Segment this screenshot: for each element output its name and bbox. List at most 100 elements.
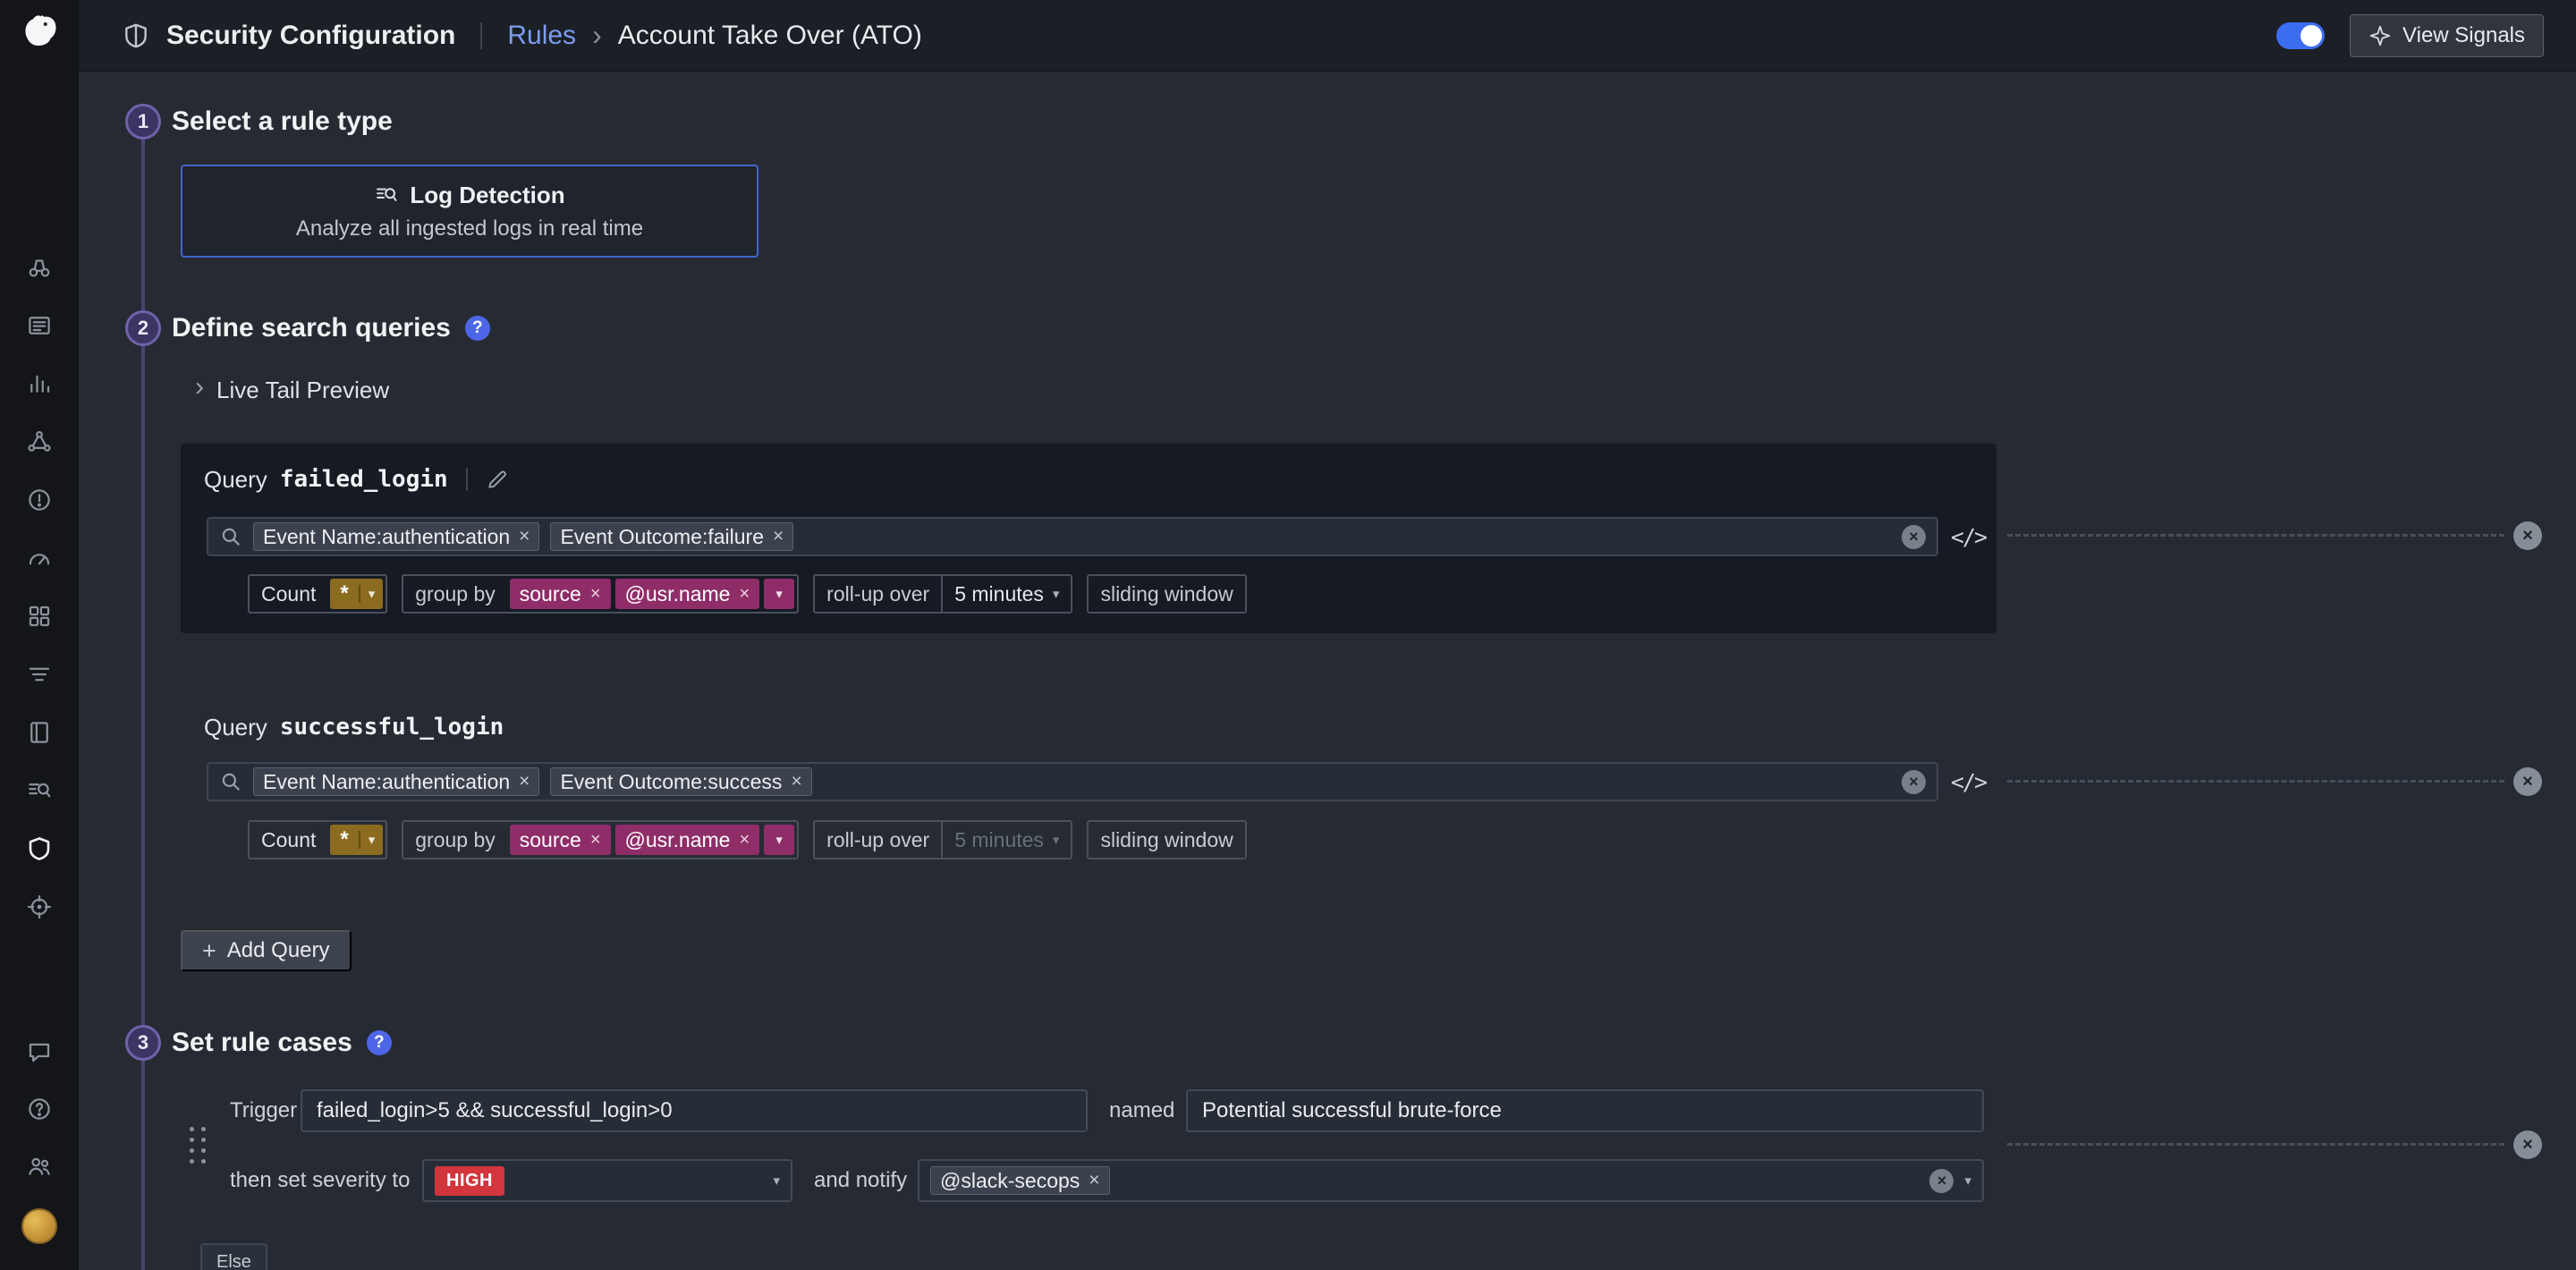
datadog-logo[interactable] — [20, 11, 61, 52]
monitors-icon[interactable] — [24, 485, 55, 515]
chevron-down-icon: ▾ — [775, 586, 783, 602]
rule-type-card-title: Log Detection — [410, 182, 564, 209]
remove-rule-case-button[interactable]: × — [2513, 1130, 2542, 1159]
chat-icon[interactable] — [24, 1037, 55, 1067]
step-3-help-icon[interactable]: ? — [367, 1030, 392, 1055]
remove-query-1-button[interactable]: × — [2513, 521, 2542, 550]
step-1-number: 1 — [138, 110, 148, 133]
remove-query-2-button[interactable]: × — [2513, 767, 2542, 796]
group-by-dropdown[interactable]: ▾ — [764, 579, 794, 609]
help-icon[interactable] — [24, 1094, 55, 1124]
trigger-input[interactable] — [301, 1089, 1088, 1132]
host-list-icon[interactable] — [24, 310, 55, 341]
log-detection-icon[interactable] — [24, 775, 55, 806]
count-control: Count *▾ — [248, 574, 387, 614]
clear-search-icon[interactable]: × — [1902, 525, 1926, 549]
rule-type-card-subtitle: Analyze all ingested logs in real time — [296, 216, 643, 241]
remove-tag-icon[interactable]: × — [739, 830, 750, 851]
count-value-dropdown[interactable]: *▾ — [330, 825, 383, 855]
step-3-circle: 3 — [125, 1025, 161, 1061]
title-divider — [480, 22, 482, 49]
dashed-connector — [2007, 1143, 2504, 1146]
watchdog-icon[interactable] — [24, 543, 55, 573]
group-by-control: group by source× @usr.name× ▾ — [402, 574, 799, 614]
query-1-title: Query failed_login — [204, 461, 509, 497]
query-panel-failed-login: Query failed_login Event Name:authentica… — [181, 444, 1996, 633]
pipelines-icon[interactable] — [24, 659, 55, 690]
group-by-control: group by source× @usr.name× ▾ — [402, 820, 799, 859]
step-2-title: Define search queries ? — [172, 310, 490, 346]
rule-type-card-log-detection[interactable]: Log Detection Analyze all ingested logs … — [181, 165, 758, 258]
filter-tag[interactable]: Event Outcome:success× — [550, 767, 811, 796]
remove-tag-icon[interactable]: × — [519, 526, 530, 547]
else-case-tab[interactable]: Else — [200, 1243, 267, 1270]
edit-pencil-icon[interactable] — [486, 468, 509, 491]
notify-label: and notify — [814, 1159, 907, 1202]
step-2-help-icon[interactable]: ? — [465, 316, 490, 341]
remove-tag-icon[interactable]: × — [1089, 1170, 1099, 1191]
chevron-down-icon: ▾ — [1964, 1173, 1971, 1189]
binoculars-icon[interactable] — [24, 252, 55, 283]
clear-notify-icon[interactable]: × — [1929, 1169, 1953, 1193]
chevron-down-icon: ▾ — [773, 1173, 780, 1189]
group-by-tag[interactable]: source× — [510, 579, 611, 609]
remove-tag-icon[interactable]: × — [739, 584, 750, 605]
filter-tag[interactable]: Event Name:authentication× — [253, 522, 539, 551]
query-2-title: Query successful_login — [204, 709, 504, 745]
sidebar-nav — [0, 252, 79, 922]
remove-tag-icon[interactable]: × — [590, 584, 601, 605]
group-by-tag[interactable]: source× — [510, 825, 611, 855]
security-shield-icon[interactable] — [24, 834, 55, 864]
group-by-tag[interactable]: @usr.name× — [615, 579, 760, 609]
service-map-icon[interactable] — [24, 427, 55, 457]
code-view-icon[interactable]: </> — [1951, 769, 1986, 795]
code-view-icon[interactable]: </> — [1951, 524, 1986, 550]
severity-badge: HIGH — [435, 1166, 504, 1196]
search-icon — [219, 525, 242, 548]
filter-tag[interactable]: Event Name:authentication× — [253, 767, 539, 796]
live-tail-toggle[interactable]: › Live Tail Preview — [195, 376, 389, 404]
notebook-icon[interactable] — [24, 717, 55, 748]
named-input[interactable] — [1186, 1089, 1984, 1132]
count-label[interactable]: Count — [250, 822, 327, 858]
count-value-dropdown[interactable]: *▾ — [330, 579, 383, 609]
query-2-search-input[interactable]: Event Name:authentication× Event Outcome… — [207, 762, 1938, 801]
rollup-value-dropdown[interactable]: 5 minutes▾ — [941, 822, 1071, 858]
query-1-name: failed_login — [280, 466, 448, 493]
metrics-icon[interactable] — [24, 368, 55, 399]
group-by-tag[interactable]: @usr.name× — [615, 825, 760, 855]
breadcrumb-chevron-icon: › — [592, 19, 602, 52]
remove-tag-icon[interactable]: × — [773, 526, 784, 547]
view-signals-label: View Signals — [2402, 23, 2525, 48]
query-2-name: successful_login — [280, 714, 504, 741]
step-2-circle: 2 — [125, 310, 161, 346]
remove-tag-icon[interactable]: × — [791, 771, 801, 792]
sliding-window-button[interactable]: sliding window — [1089, 576, 1244, 612]
sliding-window-button[interactable]: sliding window — [1089, 822, 1244, 858]
clear-search-icon[interactable]: × — [1902, 770, 1926, 794]
remove-tag-icon[interactable]: × — [519, 771, 530, 792]
rule-case-drag-handle[interactable] — [190, 1127, 206, 1164]
add-query-button[interactable]: + Add Query — [181, 930, 352, 971]
view-signals-button[interactable]: View Signals — [2350, 14, 2544, 57]
count-label[interactable]: Count — [250, 576, 327, 612]
scope-icon[interactable] — [24, 892, 55, 922]
breadcrumb-rules-link[interactable]: Rules — [507, 21, 576, 51]
rule-enabled-toggle[interactable] — [2276, 22, 2325, 49]
org-avatar[interactable] — [21, 1208, 57, 1244]
signals-icon — [2368, 24, 2392, 47]
rollup-value-dropdown[interactable]: 5 minutes▾ — [941, 576, 1071, 612]
severity-select[interactable]: HIGH ▾ — [422, 1159, 792, 1202]
notify-tag[interactable]: @slack-secops× — [930, 1166, 1110, 1195]
notify-input[interactable]: @slack-secops× × ▾ — [918, 1159, 1984, 1202]
add-query-label: Add Query — [227, 938, 330, 963]
remove-tag-icon[interactable]: × — [590, 830, 601, 851]
query-1-search-input[interactable]: Event Name:authentication× Event Outcome… — [207, 517, 1938, 556]
integrations-icon[interactable] — [24, 601, 55, 631]
users-icon[interactable] — [24, 1151, 55, 1181]
group-by-dropdown[interactable]: ▾ — [764, 825, 794, 855]
chevron-right-icon: › — [195, 374, 204, 401]
query-label: Query — [204, 466, 267, 494]
group-by-label: group by — [403, 576, 507, 612]
filter-tag[interactable]: Event Outcome:failure× — [550, 522, 793, 551]
